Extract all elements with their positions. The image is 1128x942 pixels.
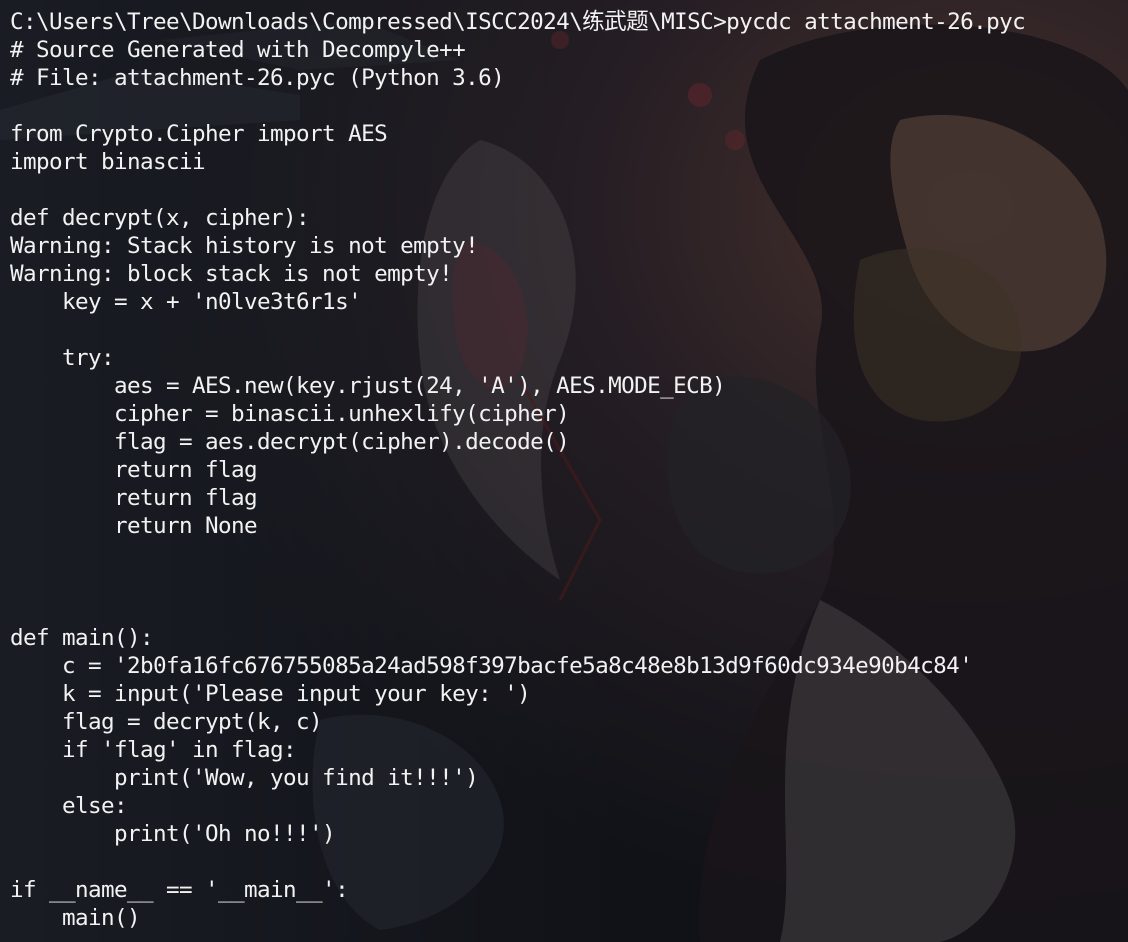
output-line: main() [10, 905, 141, 931]
output-line: aes = AES.new(key.rjust(24, 'A'), AES.MO… [10, 373, 726, 399]
output-line: else: [10, 793, 128, 819]
output-line: if 'flag' in flag: [10, 737, 297, 763]
output-line: from Crypto.Cipher import AES [10, 121, 388, 147]
output-line: # File: attachment-26.pyc (Python 3.6) [10, 65, 505, 91]
output-line: k = input('Please input your key: ') [10, 681, 531, 707]
terminal-output: C:\Users\Tree\Downloads\Compressed\ISCC2… [10, 8, 1124, 932]
output-line: return None [10, 513, 258, 539]
output-line: print('Wow, you find it!!!') [10, 765, 479, 791]
output-line: import binascii [10, 149, 206, 175]
output-line: flag = decrypt(k, c) [10, 709, 323, 735]
output-line: key = x + 'n0lve3t6r1s' [10, 289, 362, 315]
output-line: Warning: block stack is not empty! [10, 261, 453, 287]
output-line: c = '2b0fa16fc676755085a24ad598f397bacfe… [10, 653, 973, 679]
output-line: flag = aes.decrypt(cipher).decode() [10, 429, 570, 455]
output-line: try: [10, 345, 115, 371]
output-line: def decrypt(x, cipher): [10, 205, 310, 231]
command-line: C:\Users\Tree\Downloads\Compressed\ISCC2… [10, 9, 1026, 35]
output-line: return flag [10, 457, 258, 483]
output-line: return flag [10, 485, 258, 511]
output-line: print('Oh no!!!') [10, 821, 336, 847]
output-line: Warning: Stack history is not empty! [10, 233, 479, 259]
output-line: # Source Generated with Decompyle++ [10, 37, 466, 63]
output-line: cipher = binascii.unhexlify(cipher) [10, 401, 570, 427]
output-line: def main(): [10, 625, 154, 651]
output-line: if __name__ == '__main__': [10, 877, 349, 903]
